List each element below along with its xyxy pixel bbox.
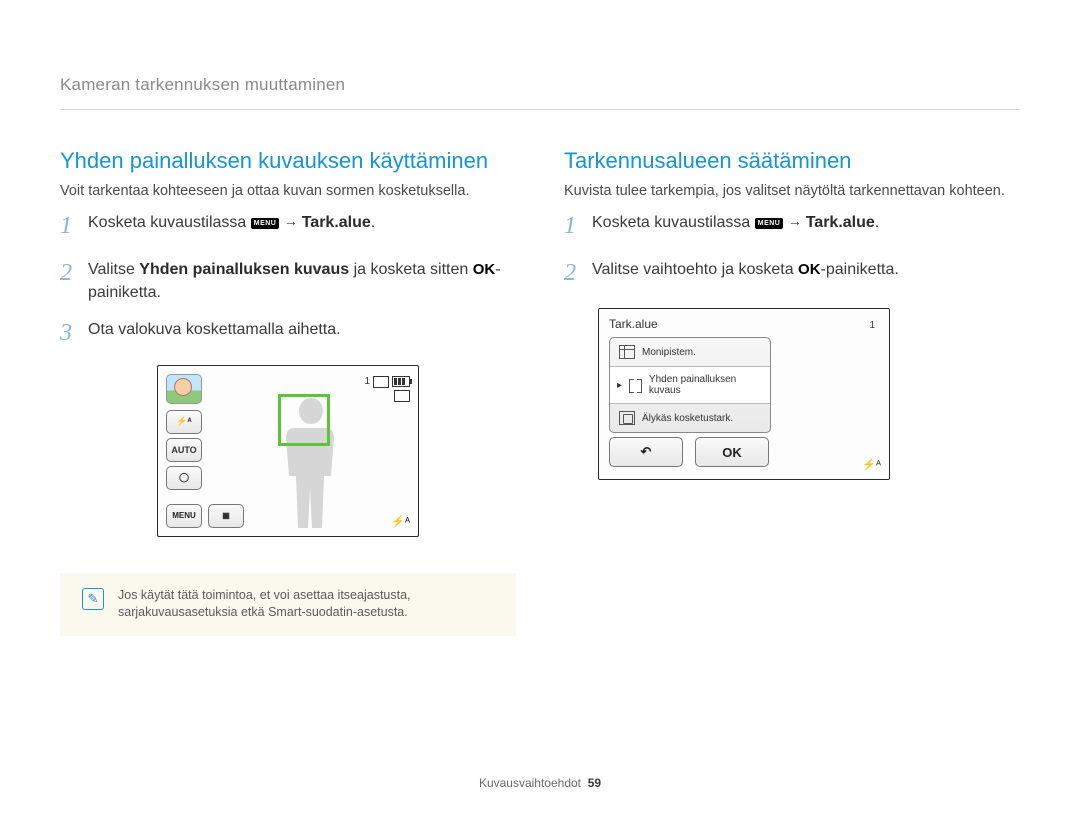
step-number: 1 — [564, 209, 592, 244]
scene-thumbnail-icon[interactable] — [166, 374, 202, 404]
note-text: Jos käytät tätä toimintoa, et voi asetta… — [118, 587, 494, 622]
status-icons: 1 — [364, 374, 410, 402]
option-smart-touch[interactable]: Älykäs kosketustark. — [610, 404, 770, 432]
right-step-2: 2 Valitse vaihtoehto ja kosketa OK-paini… — [564, 258, 1020, 291]
step-number: 2 — [564, 256, 592, 291]
bracket-icon — [629, 379, 642, 391]
battery-icon — [392, 376, 410, 387]
right-heading: Tarkennusalueen säätäminen — [564, 148, 1020, 174]
flash-mode-button[interactable]: ⚡ᴬ — [166, 410, 202, 434]
right-step-1: 1 Kosketa kuvaustilassa MENU → Tark.alue… — [564, 211, 1020, 244]
ok-icon: OK — [798, 259, 821, 281]
flash-auto-indicator: ⚡ᴬ — [862, 458, 881, 471]
flash-auto-indicator: ⚡ᴬ — [391, 515, 410, 528]
left-heading: Yhden painalluksen kuvauksen käyttäminen — [60, 148, 516, 174]
chevron-right-icon: ▸ — [617, 380, 622, 391]
touch-icon — [619, 411, 635, 425]
gallery-button[interactable]: ▦ — [208, 504, 244, 528]
left-step-1: 1 Kosketa kuvaustilassa MENU → Tark.alue… — [60, 211, 516, 244]
left-step-2: 2 Valitse Yhden painalluksen kuvaus ja k… — [60, 258, 516, 304]
note-box: ✎ Jos käytät tätä toimintoa, et voi aset… — [60, 573, 516, 636]
page-footer: Kuvausvaihtoehdot 59 — [0, 776, 1080, 790]
focus-mode-button[interactable]: AUTO — [166, 438, 202, 462]
timer-button[interactable]: ◯ — [166, 466, 202, 490]
menu-icon: MENU — [755, 218, 784, 229]
focus-area-options: Monipistem. ▸ Yhden painalluksen kuvaus … — [609, 337, 771, 433]
option-multi-af[interactable]: Monipistem. — [610, 338, 770, 367]
breadcrumb: Kameran tarkennuksen muuttaminen — [60, 75, 1020, 110]
option-one-touch[interactable]: ▸ Yhden painalluksen kuvaus — [610, 367, 770, 404]
left-column: Yhden painalluksen kuvauksen käyttäminen… — [60, 148, 516, 636]
menu-icon: MENU — [251, 218, 280, 229]
left-step-3: 3 Ota valokuva koskettamalla aihetta. — [60, 318, 516, 351]
camera-menu-screen: Tark.alue Monipistem. ▸ Yhden painalluks… — [598, 308, 890, 480]
resolution-icon — [394, 390, 410, 402]
arrow-icon: → — [284, 213, 302, 229]
left-intro: Voit tarkentaa kohteeseen ja ottaa kuvan… — [60, 182, 516, 201]
step-number: 1 — [60, 209, 88, 244]
focus-indicator — [278, 394, 330, 446]
arrow-icon: → — [788, 213, 806, 229]
step-number: 3 — [60, 316, 88, 351]
right-column: Tarkennusalueen säätäminen Kuvista tulee… — [564, 148, 1020, 636]
menu-button[interactable]: MENU — [166, 504, 202, 528]
step-number: 2 — [60, 256, 88, 291]
grid-icon — [619, 345, 635, 359]
ok-button[interactable]: OK — [695, 437, 769, 467]
storage-icon — [373, 376, 389, 388]
menu-title: Tark.alue — [609, 317, 658, 331]
camera-preview-screen: ⚡ᴬ AUTO ◯ MENU ▦ 1 ⚡ᴬ — [157, 365, 419, 537]
back-button[interactable]: ↶ — [609, 437, 683, 467]
info-icon: ✎ — [82, 588, 104, 610]
status-icons: 1 — [869, 317, 881, 334]
right-intro: Kuvista tulee tarkempia, jos valitset nä… — [564, 182, 1020, 201]
ok-icon: OK — [473, 259, 496, 281]
